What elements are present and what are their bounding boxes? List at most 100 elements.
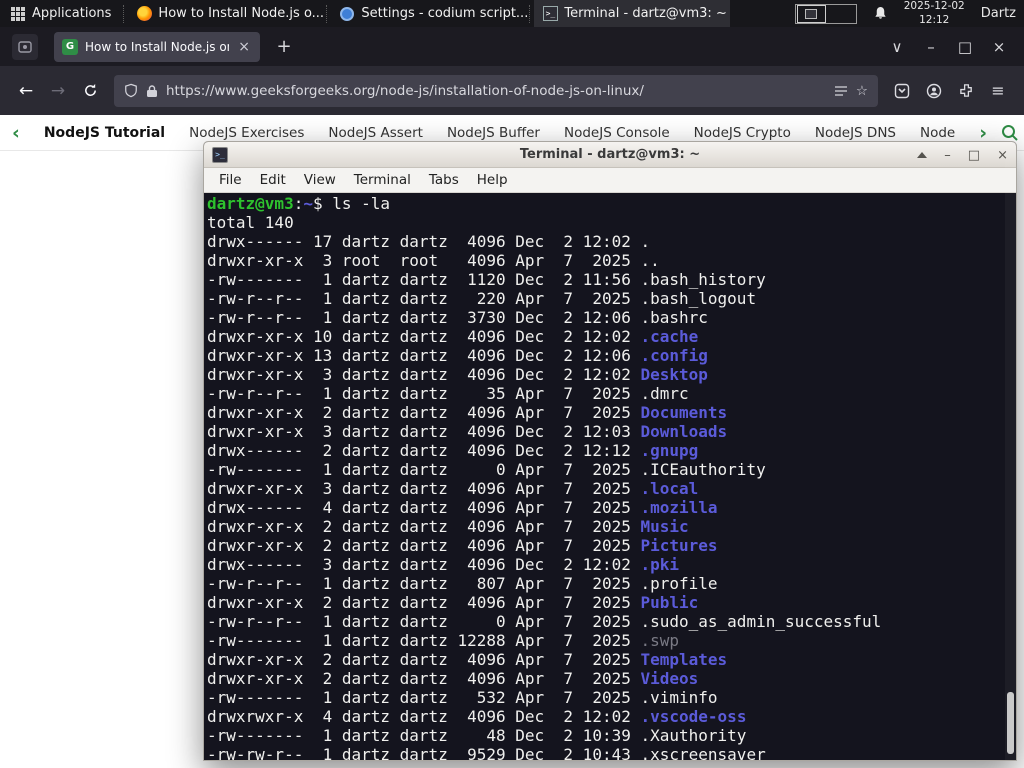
terminal-line: drwxrwxr-x 4 dartz dartz 4096 Dec 2 12:0… — [207, 707, 747, 726]
nav-item-nodejs-dns[interactable]: NodeJS DNS — [815, 125, 896, 141]
tab-close-icon[interactable]: × — [236, 39, 252, 55]
clock-time: 12:12 — [919, 13, 950, 26]
menu-edit[interactable]: Edit — [251, 172, 295, 188]
terminal-scrollbar-thumb[interactable] — [1007, 692, 1014, 754]
terminal-titlebar[interactable]: >_ Terminal - dartz@vm3: ~ – □ × — [204, 142, 1016, 168]
terminal-line: -rw-rw-r-- 1 dartz dartz 9529 Dec 2 10:4… — [207, 745, 766, 760]
taskbar-separator — [123, 4, 126, 23]
terminal-line: -rw-r--r-- 1 dartz dartz 35 Apr 7 2025 .… — [207, 384, 689, 403]
bookmark-star-icon[interactable]: ☆ — [856, 83, 868, 99]
workspace-1[interactable] — [796, 4, 826, 23]
terminal-line: drwxr-xr-x 13 dartz dartz 4096 Dec 2 12:… — [207, 346, 708, 365]
user-menu[interactable]: Dartz — [981, 6, 1016, 21]
extensions-icon[interactable] — [950, 75, 982, 107]
taskbar-item-terminal[interactable]: >_ Terminal - dartz@vm3: ~ — [534, 0, 731, 27]
terminal-line: -rw------- 1 dartz dartz 0 Apr 7 2025 .I… — [207, 460, 766, 479]
list-tabs-icon[interactable]: ∨ — [880, 38, 914, 56]
terminal-icon: >_ — [542, 6, 558, 22]
tracking-shield-icon[interactable] — [124, 83, 138, 98]
applications-icon — [10, 6, 26, 22]
terminal-line: drwx------ 3 dartz dartz 4096 Dec 2 12:0… — [207, 555, 680, 574]
terminal-line: -rw------- 1 dartz dartz 1120 Dec 2 11:5… — [207, 270, 766, 289]
window-minimize-button[interactable]: – — [914, 38, 948, 56]
taskbar-item-label: Settings - codium script... — [361, 6, 528, 21]
settings-icon — [339, 6, 355, 22]
firefox-view-icon[interactable] — [12, 33, 38, 60]
menu-view[interactable]: View — [295, 172, 345, 188]
menu-tabs[interactable]: Tabs — [420, 172, 468, 188]
terminal-minimize-button[interactable]: – — [944, 148, 951, 163]
terminal-line: -rw------- 1 dartz dartz 12288 Apr 7 202… — [207, 631, 680, 650]
tab-bar: G How to Install Node.js on... × + ∨ – □… — [0, 27, 1024, 66]
terminal-line: drwx------ 4 dartz dartz 4096 Apr 7 2025… — [207, 498, 718, 517]
applications-menu[interactable]: Applications — [0, 0, 121, 27]
browser-window: G How to Install Node.js on... × + ∨ – □… — [0, 27, 1024, 115]
account-icon[interactable] — [918, 75, 950, 107]
terminal-window-icon: >_ — [212, 147, 228, 163]
taskbar-item-settings[interactable]: Settings - codium script... — [331, 0, 527, 27]
desktop-panel: Applications How to Install Node.js o...… — [0, 0, 1024, 27]
terminal-line: drwx------ 2 dartz dartz 4096 Dec 2 12:1… — [207, 441, 699, 460]
terminal-line: total 140 — [207, 213, 294, 232]
nav-item-node-truncated[interactable]: Node — [920, 125, 955, 141]
terminal-line: dartz@vm3:~$ ls -la — [207, 194, 391, 213]
terminal-scrollbar[interactable] — [1005, 142, 1016, 760]
browser-tab[interactable]: G How to Install Node.js on... × — [54, 31, 260, 62]
taskbar-item-label: Terminal - dartz@vm3: ~ — [564, 6, 727, 21]
url-text[interactable]: https://www.geeksforgeeks.org/node-js/in… — [166, 83, 826, 99]
workspace-switcher[interactable] — [794, 3, 857, 24]
terminal-line: drwxr-xr-x 3 root root 4096 Apr 7 2025 .… — [207, 251, 660, 270]
panel-clock[interactable]: 2025-12-02 12:12 — [904, 0, 965, 26]
applications-label: Applications — [32, 6, 112, 21]
menu-icon[interactable]: ≡ — [982, 75, 1014, 107]
nav-item-nodejs-assert[interactable]: NodeJS Assert — [328, 125, 423, 141]
terminal-line: drwx------ 17 dartz dartz 4096 Dec 2 12:… — [207, 232, 651, 251]
terminal-line: -rw-r--r-- 1 dartz dartz 807 Apr 7 2025 … — [207, 574, 718, 593]
nav-scroll-left-icon[interactable]: ‹ — [12, 122, 20, 144]
terminal-line: drwxr-xr-x 3 dartz dartz 4096 Dec 2 12:0… — [207, 422, 728, 441]
window-close-button[interactable]: × — [982, 38, 1016, 56]
menu-file[interactable]: File — [210, 172, 251, 188]
gfg-favicon: G — [62, 38, 78, 55]
terminal-line: drwxr-xr-x 3 dartz dartz 4096 Apr 7 2025… — [207, 479, 699, 498]
nav-item-nodejs-crypto[interactable]: NodeJS Crypto — [694, 125, 791, 141]
terminal-line: drwxr-xr-x 2 dartz dartz 4096 Apr 7 2025… — [207, 650, 728, 669]
workspace-2[interactable] — [826, 5, 855, 23]
terminal-line: drwxr-xr-x 3 dartz dartz 4096 Dec 2 12:0… — [207, 365, 708, 384]
mini-window-icon — [805, 8, 818, 19]
taskbar-item-browser[interactable]: How to Install Node.js o... — [128, 0, 324, 27]
url-bar[interactable]: https://www.geeksforgeeks.org/node-js/in… — [114, 74, 878, 107]
reader-mode-icon[interactable] — [834, 84, 848, 98]
taskbar-separator — [326, 4, 329, 23]
terminal-line: -rw-r--r-- 1 dartz dartz 220 Apr 7 2025 … — [207, 289, 757, 308]
firefox-icon — [136, 6, 152, 22]
menu-terminal[interactable]: Terminal — [345, 172, 420, 188]
back-button[interactable]: ← — [10, 75, 42, 107]
terminal-line: drwxr-xr-x 2 dartz dartz 4096 Apr 7 2025… — [207, 536, 718, 555]
lock-icon[interactable] — [146, 84, 158, 98]
search-icon[interactable] — [1001, 124, 1019, 142]
notification-bell-icon[interactable] — [873, 6, 888, 21]
clock-date: 2025-12-02 — [903, 0, 965, 13]
terminal-line: drwxr-xr-x 2 dartz dartz 4096 Apr 7 2025… — [207, 593, 699, 612]
window-maximize-button[interactable]: □ — [948, 38, 982, 56]
taskbar-item-label: How to Install Node.js o... — [158, 6, 325, 21]
nav-item-nodejs-console[interactable]: NodeJS Console — [564, 125, 670, 141]
terminal-line: -rw------- 1 dartz dartz 532 Apr 7 2025 … — [207, 688, 718, 707]
new-tab-button[interactable]: + — [270, 36, 298, 57]
terminal-line: -rw-r--r-- 1 dartz dartz 0 Apr 7 2025 .s… — [207, 612, 882, 631]
taskbar-separator — [529, 4, 532, 23]
terminal-title: Terminal - dartz@vm3: ~ — [519, 147, 701, 162]
nav-item-nodejs-buffer[interactable]: NodeJS Buffer — [447, 125, 540, 141]
menu-help[interactable]: Help — [468, 172, 517, 188]
shade-window-icon[interactable] — [917, 152, 928, 158]
terminal-line: drwxr-xr-x 2 dartz dartz 4096 Apr 7 2025… — [207, 669, 699, 688]
terminal-maximize-button[interactable]: □ — [968, 148, 980, 163]
terminal-line: drwxr-xr-x 2 dartz dartz 4096 Apr 7 2025… — [207, 517, 689, 536]
nav-item-nodejs-tutorial[interactable]: NodeJS Tutorial — [44, 125, 165, 141]
reload-button[interactable] — [74, 75, 106, 107]
pocket-icon[interactable] — [886, 75, 918, 107]
nav-item-nodejs-exercises[interactable]: NodeJS Exercises — [189, 125, 304, 141]
forward-button[interactable]: → — [42, 75, 74, 107]
terminal-output[interactable]: dartz@vm3:~$ ls -la total 140 drwx------ 1… — [204, 193, 1016, 760]
